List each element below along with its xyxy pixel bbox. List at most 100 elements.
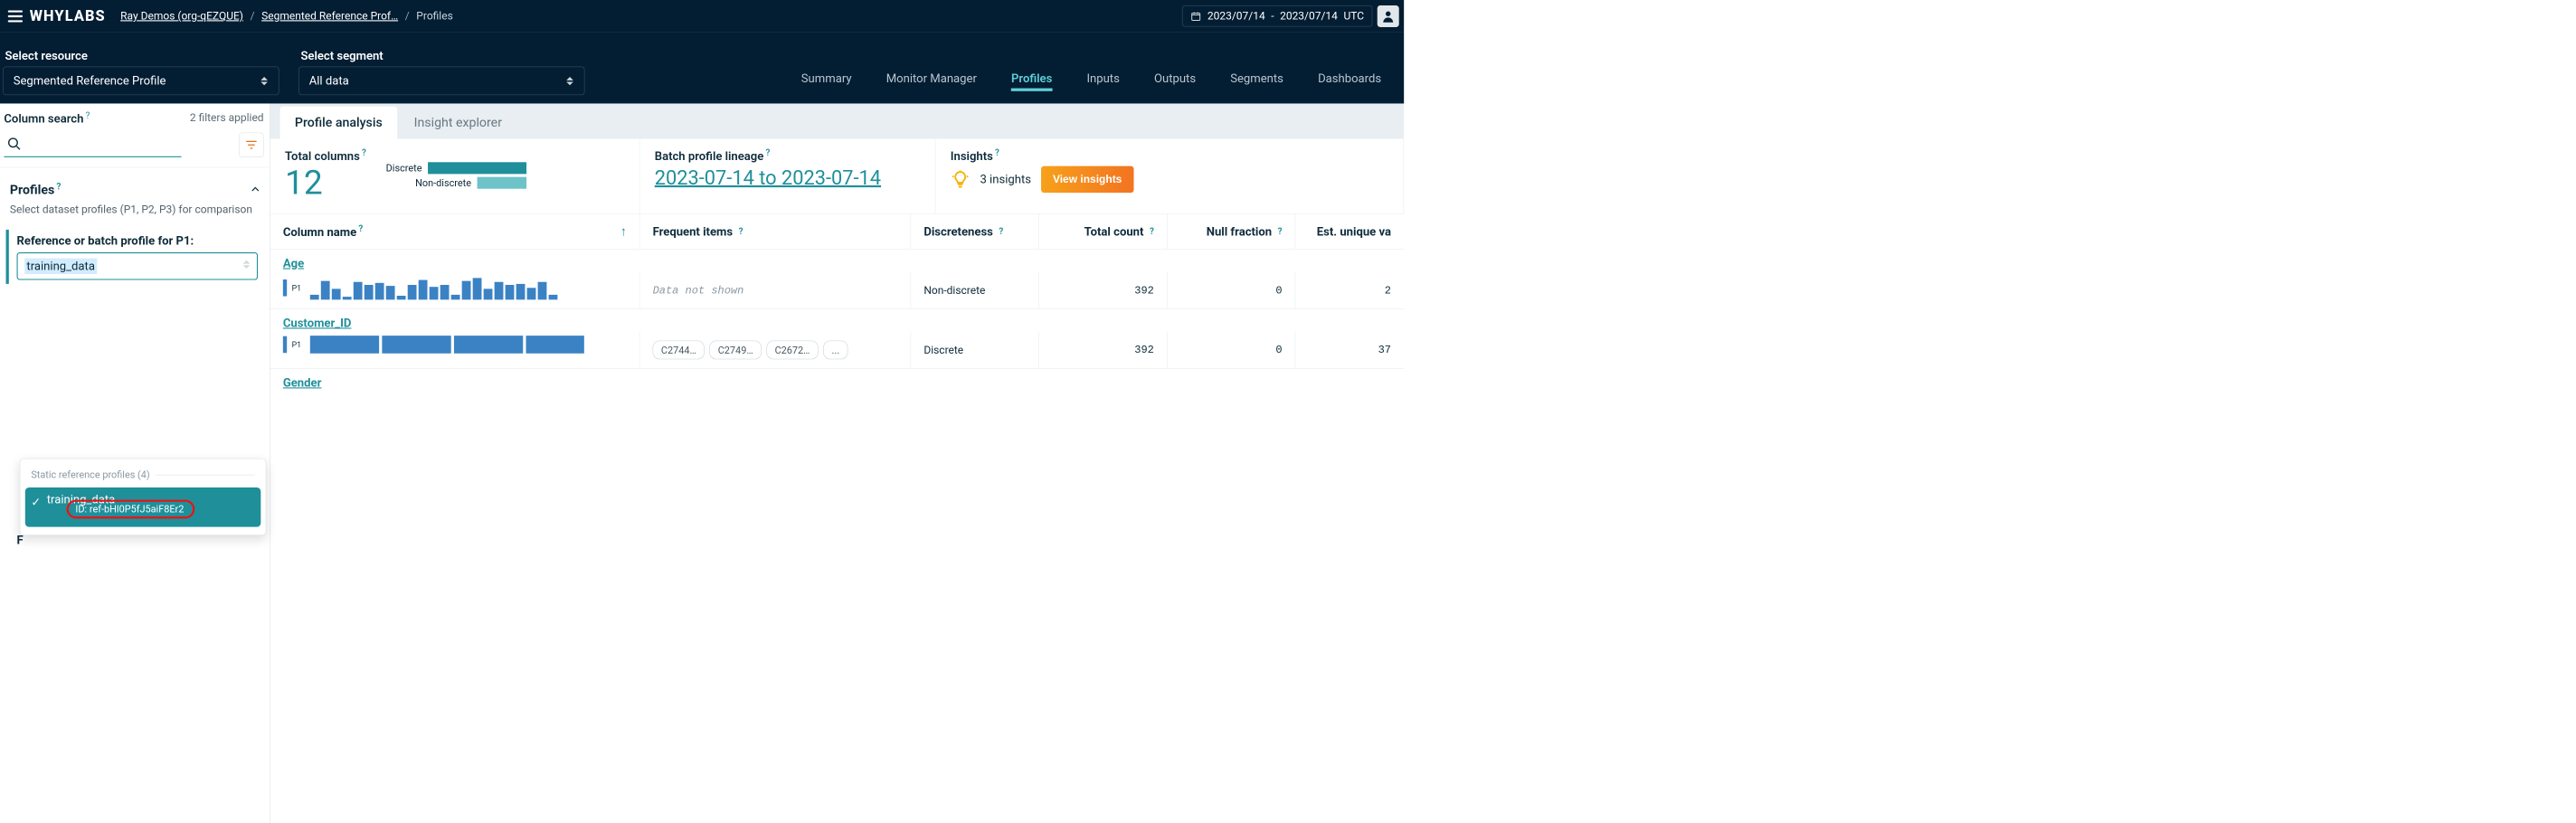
lineage-cell: Batch profile lineage? 2023-07-14 to 202… bbox=[639, 139, 935, 213]
profile-badge: P1 bbox=[292, 340, 301, 349]
content: Profile analysis Insight explorer Total … bbox=[270, 103, 1405, 823]
chevron-updown-icon bbox=[565, 77, 574, 85]
breadcrumb-project[interactable]: Segmented Reference Prof… bbox=[261, 10, 398, 23]
breadcrumb: Ray Demos (org-qEZQUE) / Segmented Refer… bbox=[120, 10, 453, 23]
profiles-help: Select dataset profiles (P1, P2, P3) for… bbox=[0, 203, 270, 224]
th-frequent-items[interactable]: Frequent items? bbox=[639, 214, 911, 250]
dropdown-item-id: ID: ref-bHl0P5fJ5aiF8Er2 bbox=[75, 503, 184, 515]
tab-summary[interactable]: Summary bbox=[801, 71, 852, 91]
column-search-input[interactable] bbox=[4, 133, 181, 157]
column-link-customer-id[interactable]: Customer_ID bbox=[270, 309, 1405, 332]
tab-dashboards[interactable]: Dashboards bbox=[1318, 71, 1381, 91]
pill[interactable]: C2744… bbox=[653, 341, 705, 360]
total-columns-label: Total columns bbox=[285, 149, 360, 163]
segment-chart-customer-id bbox=[310, 336, 584, 354]
help-icon[interactable]: ? bbox=[765, 148, 770, 158]
column-search-label: Column search bbox=[4, 112, 83, 126]
content-tabs: Profile analysis Insight explorer bbox=[270, 103, 1405, 138]
table-header: Column name? ↑ Frequent items? Discreten… bbox=[270, 214, 1405, 250]
resource-selector[interactable]: Segmented Reference Profile bbox=[3, 67, 279, 96]
tab-monitor-manager[interactable]: Monitor Manager bbox=[886, 71, 977, 91]
column-link-gender[interactable]: Gender bbox=[270, 369, 1405, 392]
help-icon[interactable]: ? bbox=[86, 110, 90, 120]
tab-inputs[interactable]: Inputs bbox=[1086, 71, 1119, 91]
help-icon[interactable]: ? bbox=[995, 148, 999, 158]
filter-icon bbox=[244, 138, 258, 152]
profile-dropdown: Static reference profiles (4) ✓ training… bbox=[20, 459, 267, 535]
view-insights-button[interactable]: View insights bbox=[1041, 166, 1134, 193]
tab-insight-explorer[interactable]: Insight explorer bbox=[399, 107, 516, 139]
insights-label: Insights bbox=[951, 149, 993, 163]
table-row: P1 Data not shown Non-discrete 392 0 2 bbox=[270, 272, 1405, 309]
p1-profile-select[interactable]: training_data bbox=[17, 252, 259, 280]
segment-value: All data bbox=[309, 74, 349, 88]
total-columns-value: 12 bbox=[285, 163, 366, 203]
menu-icon[interactable] bbox=[5, 7, 24, 25]
help-icon[interactable]: ? bbox=[362, 148, 366, 158]
pill[interactable]: C2749… bbox=[709, 341, 761, 360]
p1-value: training_data bbox=[24, 258, 97, 273]
profiles-section-header: Profiles bbox=[10, 183, 54, 197]
tab-profiles[interactable]: Profiles bbox=[1011, 71, 1052, 91]
p1-label: Reference or batch profile for P1: bbox=[17, 233, 259, 247]
insights-cell: Insights? 3 insights View insights bbox=[935, 139, 1404, 213]
total-columns-cell: Total columns? 12 Discrete Non-discrete bbox=[270, 139, 640, 213]
dropdown-header: Static reference profiles (4) bbox=[31, 468, 149, 480]
freq-pills: C2744… C2749… C2672… ... bbox=[639, 332, 911, 368]
filter-button[interactable] bbox=[239, 133, 263, 157]
sub-header: Select resource Segmented Reference Prof… bbox=[0, 32, 1404, 103]
tab-profile-analysis[interactable]: Profile analysis bbox=[280, 107, 398, 139]
count-value: 392 bbox=[1039, 272, 1168, 308]
date-from: 2023/07/14 bbox=[1208, 10, 1265, 23]
discreteness-value: Discrete bbox=[911, 332, 1039, 368]
date-to: 2023/07/14 bbox=[1280, 10, 1338, 23]
chevron-up-icon[interactable] bbox=[249, 183, 261, 195]
breadcrumb-org[interactable]: Ray Demos (org-qEZQUE) bbox=[120, 10, 243, 23]
column-group-customer-id: Customer_ID P1 C2744… C2749… C2672… ... … bbox=[270, 309, 1405, 369]
main: Column search? 2 filters applied Profile… bbox=[0, 103, 1404, 823]
th-discreteness[interactable]: Discreteness? bbox=[911, 214, 1039, 250]
column-link-age[interactable]: Age bbox=[270, 250, 1405, 272]
insights-count: 3 insights bbox=[980, 173, 1031, 186]
check-icon: ✓ bbox=[31, 496, 41, 509]
sidebar-footer-initial: F bbox=[17, 534, 24, 547]
tab-segments[interactable]: Segments bbox=[1230, 71, 1283, 91]
tab-outputs[interactable]: Outputs bbox=[1154, 71, 1196, 91]
logo: WHYLABS bbox=[30, 7, 106, 24]
discrete-label: Discrete bbox=[386, 162, 422, 174]
th-null-fraction[interactable]: Null fraction? bbox=[1168, 214, 1296, 250]
help-icon[interactable]: ? bbox=[57, 182, 62, 192]
nondiscrete-label: Non-discrete bbox=[415, 176, 471, 188]
nondiscrete-bar bbox=[478, 176, 527, 188]
nav-tabs: Summary Monitor Manager Profiles Inputs … bbox=[801, 37, 1401, 103]
count-value: 392 bbox=[1039, 332, 1168, 368]
top-bar: WHYLABS Ray Demos (org-qEZQUE) / Segment… bbox=[0, 0, 1404, 32]
pill-more[interactable]: ... bbox=[823, 341, 848, 360]
lineage-link[interactable]: 2023-07-14 to 2023-07-14 bbox=[655, 166, 921, 190]
th-est-unique[interactable]: Est. unique va bbox=[1295, 214, 1404, 250]
resource-label: Select resource bbox=[3, 49, 279, 62]
sort-arrow-icon[interactable]: ↑ bbox=[620, 223, 627, 239]
th-total-count[interactable]: Total count? bbox=[1039, 214, 1168, 250]
segment-label: Select segment bbox=[298, 49, 584, 62]
histogram-age bbox=[310, 276, 558, 299]
avatar[interactable] bbox=[1378, 5, 1399, 27]
chevron-updown-icon bbox=[260, 77, 269, 85]
null-value: 0 bbox=[1168, 272, 1296, 308]
date-range-picker[interactable]: 2023/07/14 - 2023/07/14 UTC bbox=[1182, 5, 1372, 26]
th-column-name[interactable]: Column name? ↑ bbox=[270, 214, 640, 250]
date-tz: UTC bbox=[1343, 10, 1364, 23]
profile-p1-block: Reference or batch profile for P1: train… bbox=[6, 230, 262, 284]
breadcrumb-current: Profiles bbox=[416, 10, 452, 23]
null-value: 0 bbox=[1168, 332, 1296, 368]
calendar-icon bbox=[1190, 11, 1201, 22]
segment-selector[interactable]: All data bbox=[298, 67, 584, 96]
lineage-label: Batch profile lineage bbox=[655, 149, 764, 163]
pill[interactable]: C2672… bbox=[766, 341, 818, 360]
column-group-age: Age P1 Data not shown Non-discrete 392 0… bbox=[270, 250, 1405, 309]
lightbulb-icon bbox=[951, 169, 971, 189]
dropdown-item-training-data[interactable]: ✓ training_data ID: ref-bHl0P5fJ5aiF8Er2 bbox=[25, 487, 261, 527]
unique-value: 2 bbox=[1295, 272, 1404, 308]
freq-not-shown: Data not shown bbox=[653, 284, 744, 297]
unique-value: 37 bbox=[1295, 332, 1404, 368]
